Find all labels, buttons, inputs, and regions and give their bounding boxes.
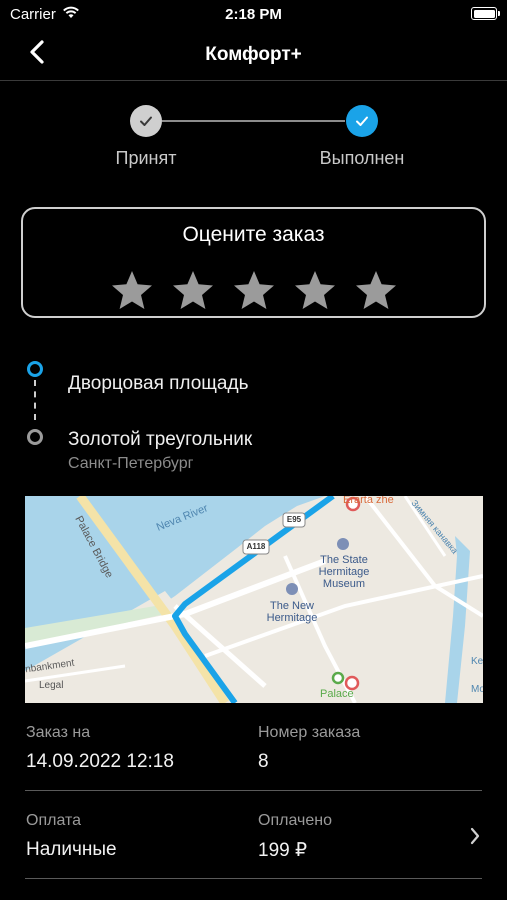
- map-label-new-hermitage: The New Hermitage: [266, 600, 318, 624]
- star-2-icon[interactable]: [171, 269, 215, 313]
- map-road-shield-1: A118: [246, 542, 266, 551]
- map-label-edge-1: Ke: [471, 656, 483, 667]
- map-label-palace: Palace: [320, 688, 354, 700]
- paid-label: Оплачено: [258, 812, 332, 829]
- star-3-icon[interactable]: [232, 269, 276, 313]
- star-4-icon[interactable]: [293, 269, 337, 313]
- rating-card: Оцените заказ: [21, 207, 486, 318]
- payment-row[interactable]: Оплата Наличные Оплачено 199 ₽: [25, 800, 483, 872]
- map-label-etazhe: Erarta zhe: [343, 496, 394, 506]
- order-number-value: 8: [258, 751, 269, 772]
- map-legal-link[interactable]: Legal: [39, 680, 63, 691]
- chevron-right-icon: [470, 827, 480, 845]
- order-date-value: 14.09.2022 12:18: [26, 751, 174, 772]
- route-start-dot: [27, 361, 43, 377]
- map-label-edge-2: Mo: [471, 684, 483, 695]
- step-completed-indicator: [346, 105, 378, 137]
- star-5-icon[interactable]: [354, 269, 398, 313]
- clock: 2:18 PM: [225, 6, 282, 23]
- route-from-address: Дворцовая площадь: [68, 373, 249, 394]
- route-end-dot: [27, 429, 43, 445]
- paid-amount-value: 199 ₽: [258, 840, 308, 861]
- order-date-label: Заказ на: [26, 724, 91, 741]
- order-number-label: Номер заказа: [258, 724, 361, 741]
- divider: [25, 790, 482, 791]
- step-completed-label: Выполнен: [319, 148, 405, 168]
- route-to-city: Санкт-Петербург: [68, 455, 194, 472]
- map-road-shield-2: E95: [286, 515, 302, 524]
- route-map[interactable]: Palace Bridge Neva River The State Hermi…: [25, 496, 483, 703]
- payment-method-value: Наличные: [26, 839, 117, 860]
- route-to-address: Золотой треугольник: [68, 429, 253, 450]
- navigation-bar: Комфорт+: [0, 28, 507, 81]
- battery-icon: [471, 7, 500, 20]
- progress-connector: [162, 120, 345, 122]
- check-icon: [140, 116, 152, 126]
- rating-title: Оцените заказ: [182, 223, 325, 246]
- map-label-hermitage: The State Hermitage Museum: [318, 554, 370, 590]
- step-accepted-label: Принят: [115, 148, 177, 168]
- step-accepted-indicator: [130, 105, 162, 137]
- check-icon: [356, 116, 368, 126]
- route-connector: [34, 380, 36, 420]
- star-1-icon[interactable]: [110, 269, 154, 313]
- status-bar: Carrier 2:18 PM: [0, 0, 507, 28]
- page-title: Комфорт+: [205, 44, 302, 65]
- payment-label: Оплата: [26, 812, 82, 829]
- divider: [25, 878, 482, 879]
- map-canvas: [25, 496, 483, 703]
